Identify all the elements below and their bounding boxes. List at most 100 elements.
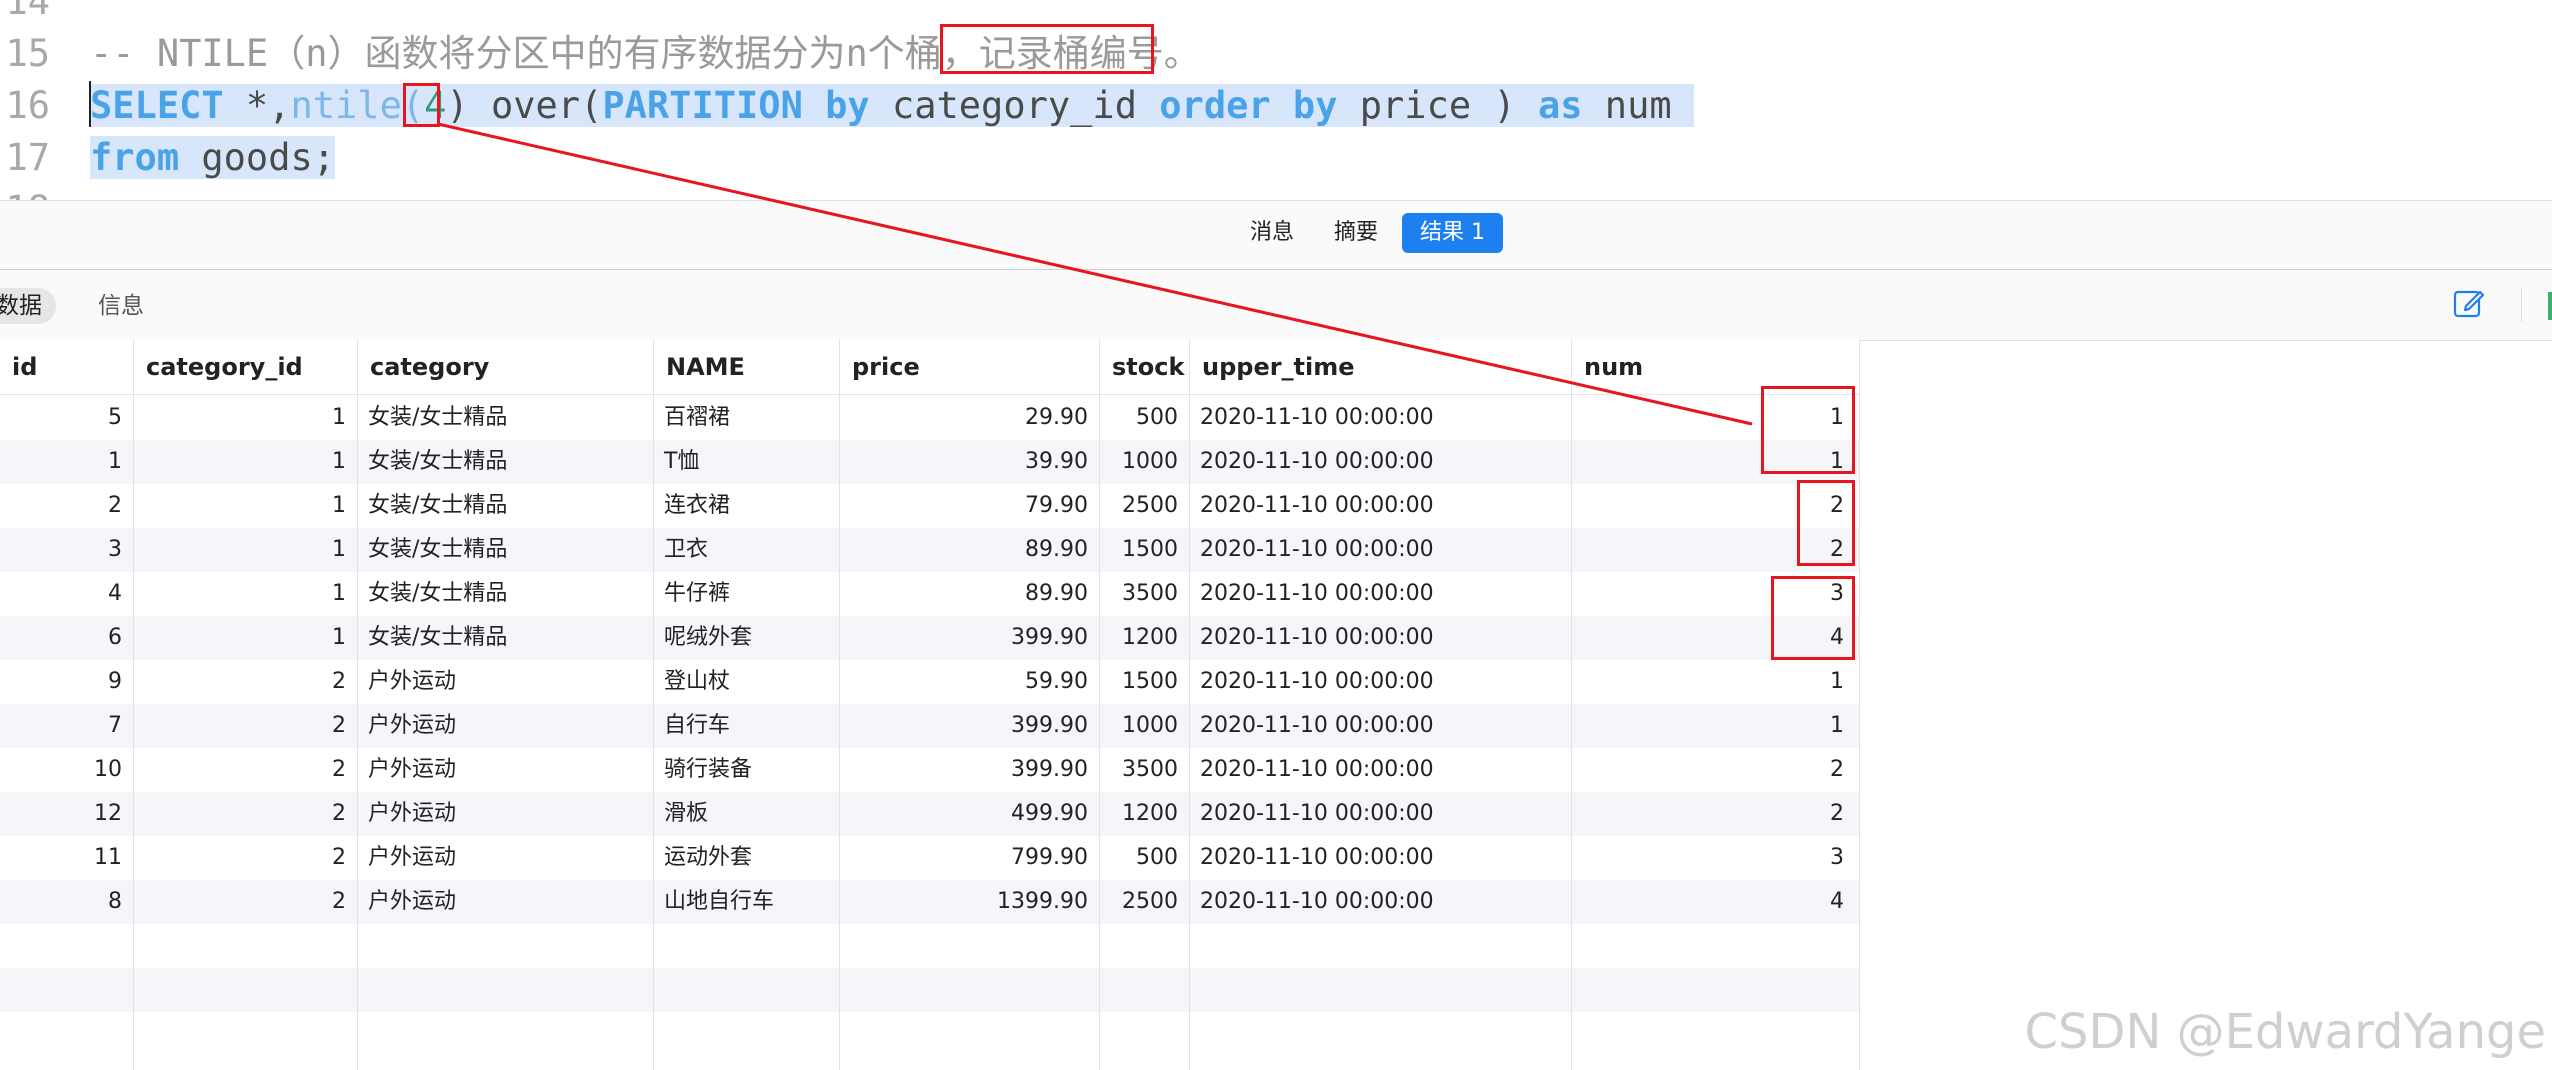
cell-name[interactable]: 自行车 <box>654 704 838 748</box>
cell-num[interactable]: 2 <box>1572 484 1854 528</box>
code-area[interactable]: -- NTILE（n）函数将分区中的有序数据分为n个桶，记录桶编号。 SELEC… <box>90 0 2550 200</box>
cell-category[interactable]: 女装/女士精品 <box>358 396 652 440</box>
cell-stock[interactable]: 3500 <box>1100 572 1188 616</box>
cell-price[interactable]: 39.90 <box>840 440 1098 484</box>
table-row[interactable]: 2 1 女装/女士精品 连衣裙 79.90 2500 2020-11-10 00:00:00… <box>0 484 1860 528</box>
cell-id[interactable]: 12 <box>0 792 132 836</box>
cell-stock[interactable]: 2500 <box>1100 880 1188 924</box>
table-row[interactable]: 12 2 户外运动 滑板 499.90 1200 2020-11-10 00:00:00 2 <box>0 792 1860 836</box>
table-row[interactable]: 11 2 户外运动 运动外套 799.90 500 2020-11-10 00:00:00 3 <box>0 836 1860 880</box>
cell-id[interactable]: 4 <box>0 572 132 616</box>
cell-category[interactable]: 女装/女士精品 <box>358 484 652 528</box>
cell-name[interactable]: 山地自行车 <box>654 880 838 924</box>
cell-price[interactable]: 399.90 <box>840 616 1098 660</box>
cell-name[interactable]: 运动外套 <box>654 836 838 880</box>
cell-price[interactable]: 59.90 <box>840 660 1098 704</box>
table-row[interactable]: 7 2 户外运动 自行车 399.90 1000 2020-11-10 00:00:00 1 <box>0 704 1860 748</box>
tab-summary[interactable]: 摘要 <box>1316 213 1396 253</box>
cell-name[interactable]: 卫衣 <box>654 528 838 572</box>
cell-price[interactable]: 1399.90 <box>840 880 1098 924</box>
result-grid[interactable]: id category_id category NAME price stock… <box>0 340 1860 1070</box>
cell-category-id[interactable]: 1 <box>134 528 356 572</box>
cell-num[interactable]: 2 <box>1572 792 1854 836</box>
cell-price[interactable]: 89.90 <box>840 528 1098 572</box>
cell-num[interactable]: 1 <box>1572 704 1854 748</box>
column-header-id[interactable]: id <box>0 340 132 394</box>
cell-category-id[interactable]: 1 <box>134 440 356 484</box>
cell-category-id[interactable]: 2 <box>134 748 356 792</box>
cell-price[interactable]: 399.90 <box>840 704 1098 748</box>
column-header-category[interactable]: category <box>358 340 652 394</box>
cell-stock[interactable]: 3500 <box>1100 748 1188 792</box>
cell-upper-time[interactable]: 2020-11-10 00:00:00 <box>1190 616 1570 660</box>
cell-price[interactable]: 399.90 <box>840 748 1098 792</box>
cell-price[interactable]: 79.90 <box>840 484 1098 528</box>
edit-button[interactable] <box>2448 284 2490 326</box>
column-header-price[interactable]: price <box>840 340 1098 394</box>
cell-upper-time[interactable]: 2020-11-10 00:00:00 <box>1190 528 1570 572</box>
cell-upper-time[interactable]: 2020-11-10 00:00:00 <box>1190 836 1570 880</box>
cell-name[interactable]: 骑行装备 <box>654 748 838 792</box>
cell-upper-time[interactable]: 2020-11-10 00:00:00 <box>1190 748 1570 792</box>
column-header-upper-time[interactable]: upper_time <box>1190 340 1570 394</box>
cell-stock[interactable]: 500 <box>1100 836 1188 880</box>
cell-num[interactable]: 4 <box>1572 880 1854 924</box>
cell-category[interactable]: 女装/女士精品 <box>358 440 652 484</box>
cell-upper-time[interactable]: 2020-11-10 00:00:00 <box>1190 396 1570 440</box>
cell-num[interactable]: 1 <box>1572 396 1854 440</box>
table-row[interactable]: 3 1 女装/女士精品 卫衣 89.90 1500 2020-11-10 00:00:00 2 <box>0 528 1860 572</box>
table-row[interactable]: 1 1 女装/女士精品 T恤 39.90 1000 2020-11-10 00:00:00 1 <box>0 440 1860 484</box>
cell-category[interactable]: 户外运动 <box>358 836 652 880</box>
cell-num[interactable]: 2 <box>1572 748 1854 792</box>
cell-stock[interactable]: 1200 <box>1100 616 1188 660</box>
cell-stock[interactable]: 1000 <box>1100 440 1188 484</box>
cell-category[interactable]: 户外运动 <box>358 660 652 704</box>
cell-upper-time[interactable]: 2020-11-10 00:00:00 <box>1190 880 1570 924</box>
cell-id[interactable]: 10 <box>0 748 132 792</box>
column-header-num[interactable]: num <box>1572 340 1860 394</box>
cell-category[interactable]: 户外运动 <box>358 792 652 836</box>
cell-upper-time[interactable]: 2020-11-10 00:00:00 <box>1190 572 1570 616</box>
cell-category-id[interactable]: 2 <box>134 836 356 880</box>
table-row[interactable]: 8 2 户外运动 山地自行车 1399.90 2500 2020-11-10 00:00:0… <box>0 880 1860 924</box>
cell-id[interactable]: 3 <box>0 528 132 572</box>
table-row[interactable]: 9 2 户外运动 登山杖 59.90 1500 2020-11-10 00:00:00 1 <box>0 660 1860 704</box>
cell-category-id[interactable]: 1 <box>134 484 356 528</box>
cell-upper-time[interactable]: 2020-11-10 00:00:00 <box>1190 440 1570 484</box>
cell-category[interactable]: 户外运动 <box>358 704 652 748</box>
cell-category[interactable]: 女装/女士精品 <box>358 616 652 660</box>
tab-messages[interactable]: 消息 <box>1232 213 1312 253</box>
cell-id[interactable]: 11 <box>0 836 132 880</box>
column-header-stock[interactable]: stock <box>1100 340 1188 394</box>
cell-stock[interactable]: 1500 <box>1100 528 1188 572</box>
cell-name[interactable]: 百褶裙 <box>654 396 838 440</box>
cell-upper-time[interactable]: 2020-11-10 00:00:00 <box>1190 484 1570 528</box>
cell-num[interactable]: 2 <box>1572 528 1854 572</box>
cell-name[interactable]: 连衣裙 <box>654 484 838 528</box>
cell-category-id[interactable]: 1 <box>134 396 356 440</box>
cell-id[interactable]: 7 <box>0 704 132 748</box>
cell-stock[interactable]: 1500 <box>1100 660 1188 704</box>
cell-id[interactable]: 1 <box>0 440 132 484</box>
cell-num[interactable]: 1 <box>1572 660 1854 704</box>
cell-name[interactable]: 呢绒外套 <box>654 616 838 660</box>
cell-stock[interactable]: 2500 <box>1100 484 1188 528</box>
cell-category-id[interactable]: 2 <box>134 880 356 924</box>
subtab-data[interactable]: 数据 <box>0 288 56 324</box>
cell-stock[interactable]: 1200 <box>1100 792 1188 836</box>
cell-category-id[interactable]: 2 <box>134 660 356 704</box>
cell-category-id[interactable]: 1 <box>134 572 356 616</box>
cell-category[interactable]: 女装/女士精品 <box>358 528 652 572</box>
cell-category-id[interactable]: 2 <box>134 792 356 836</box>
cell-category[interactable]: 户外运动 <box>358 880 652 924</box>
table-row[interactable]: 6 1 女装/女士精品 呢绒外套 399.90 1200 2020-11-10 00:00:… <box>0 616 1860 660</box>
cell-num[interactable]: 3 <box>1572 836 1854 880</box>
column-header-category-id[interactable]: category_id <box>134 340 356 394</box>
cell-stock[interactable]: 1000 <box>1100 704 1188 748</box>
cell-upper-time[interactable]: 2020-11-10 00:00:00 <box>1190 660 1570 704</box>
cell-stock[interactable]: 500 <box>1100 396 1188 440</box>
subtab-info[interactable]: 信息 <box>84 288 158 324</box>
cell-num[interactable]: 3 <box>1572 572 1854 616</box>
table-row[interactable]: 10 2 户外运动 骑行装备 399.90 3500 2020-11-10 00:00:00… <box>0 748 1860 792</box>
cell-name[interactable]: 滑板 <box>654 792 838 836</box>
